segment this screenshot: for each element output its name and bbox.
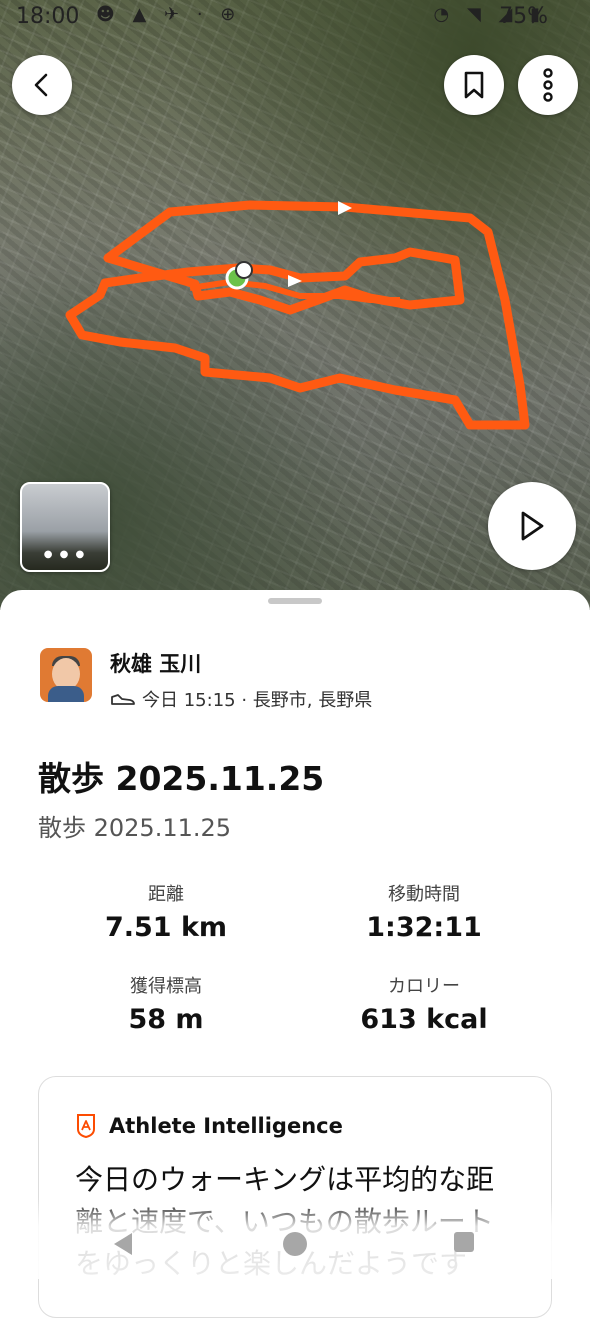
- play-flyover-button[interactable]: [488, 482, 576, 570]
- stat-distance: 距離 7.51 km: [46, 880, 286, 943]
- stat-elevation-gain: 獲得標高 58 m: [46, 972, 286, 1035]
- nav-recents-icon[interactable]: [452, 1230, 476, 1254]
- activity-description: 散歩 2025.11.25: [38, 814, 232, 842]
- activity-sheet: 秋雄 玉川 今日 15:15 · 長野市, 長野県 散歩 2025.11.25 …: [0, 590, 590, 1318]
- shoe-icon: [111, 694, 135, 705]
- stat-label: 移動時間: [388, 884, 460, 905]
- finish-marker: [235, 261, 253, 279]
- route-map[interactable]: 18:00 ☻ ▲ ✈ · ⊕ ◔ ◥ ◢ ▮ 75% ● ● ●: [0, 0, 590, 610]
- nav-back-icon[interactable]: [110, 1230, 136, 1258]
- back-button[interactable]: [12, 55, 72, 115]
- back-arrow-icon: [34, 73, 48, 97]
- activity-title: 散歩 2025.11.25: [38, 759, 325, 798]
- stat-moving-time: 移動時間 1:32:11: [304, 880, 544, 943]
- stat-label: 獲得標高: [130, 976, 202, 997]
- route-line: [65, 200, 530, 430]
- photo-thumbnail[interactable]: ● ● ●: [20, 482, 110, 572]
- activity-meta: 今日 15:15 · 長野市, 長野県: [110, 686, 372, 712]
- stat-value: 613 kcal: [360, 1004, 488, 1035]
- stat-value: 7.51 km: [104, 912, 228, 943]
- carousel-dots: ● ● ●: [43, 549, 87, 560]
- stat-label: 距離: [148, 884, 184, 905]
- more-options-button[interactable]: [518, 55, 578, 115]
- bookmark-button[interactable]: [444, 55, 504, 115]
- bookmark-icon: [464, 71, 484, 99]
- play-icon: [521, 511, 544, 541]
- more-vertical-icon: [543, 68, 553, 102]
- stat-value: 58 m: [128, 1004, 204, 1035]
- stat-calories: カロリー 613 kcal: [304, 972, 544, 1035]
- athlete-intelligence-icon: [77, 1114, 95, 1139]
- card-title: Athlete Intelligence: [109, 1114, 343, 1138]
- athlete-intelligence-card[interactable]: Athlete Intelligence 今日のウォーキングは平均的な距離と速度…: [38, 1076, 552, 1318]
- drag-handle[interactable]: [268, 598, 322, 604]
- stat-value: 1:32:11: [366, 912, 482, 943]
- system-nav-bar: [0, 1222, 590, 1270]
- activity-date-location: 今日 15:15 · 長野市, 長野県: [142, 690, 373, 711]
- nav-home-icon[interactable]: [281, 1230, 309, 1258]
- stat-label: カロリー: [388, 976, 460, 997]
- card-header: Athlete Intelligence: [75, 1113, 343, 1139]
- athlete-name[interactable]: 秋雄 玉川: [110, 648, 201, 678]
- avatar[interactable]: [40, 648, 92, 702]
